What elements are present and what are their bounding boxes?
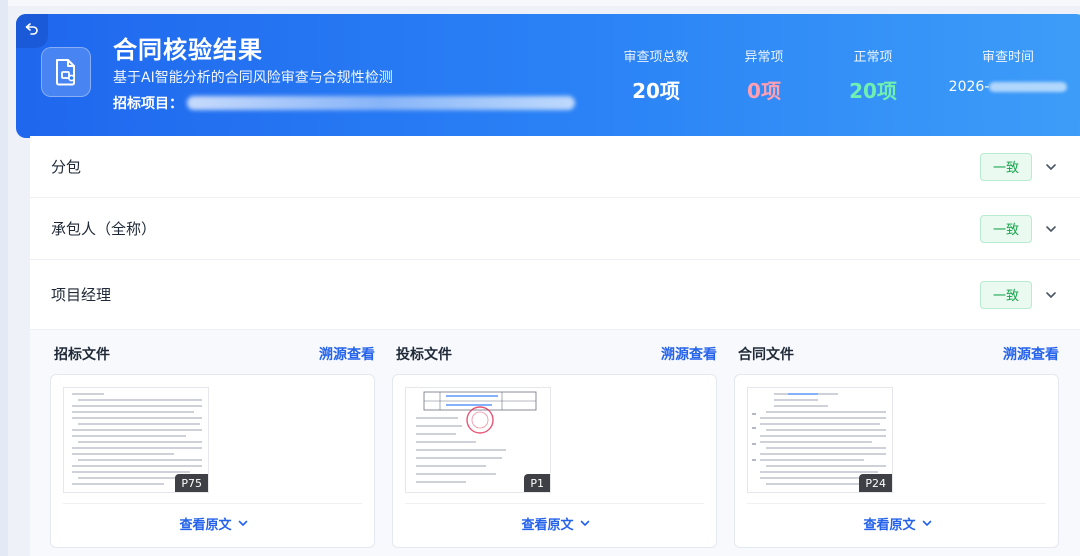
project-line: 招标项目：	[113, 93, 575, 113]
trace-link[interactable]: 溯源查看	[319, 344, 375, 364]
view-original-label: 查看原文	[179, 518, 232, 533]
page-title: 合同核验结果	[113, 36, 263, 64]
status-badge: 一致	[980, 214, 1032, 243]
stat-abnormal-value: 0项	[747, 79, 781, 103]
chevron-down-icon[interactable]	[1044, 222, 1058, 236]
back-button[interactable]	[16, 14, 48, 48]
view-original-label: 查看原文	[863, 518, 916, 533]
source-card: P1 查看原文	[392, 374, 717, 548]
row-label: 承包人（全称）	[51, 220, 157, 238]
check-row[interactable]: 承包人（全称） 一致	[30, 198, 1080, 260]
chevron-down-icon[interactable]	[1044, 288, 1058, 302]
stat-normal-label: 正常项	[853, 50, 893, 65]
row-label: 分包	[51, 158, 82, 176]
stat-time: 审查时间 2026-	[934, 46, 1080, 95]
chevron-down-icon	[574, 516, 590, 531]
chevron-down-icon	[916, 516, 932, 531]
check-row-expanded[interactable]: 项目经理 一致	[30, 260, 1080, 330]
divider	[405, 503, 704, 504]
check-row[interactable]: 分包 一致	[30, 136, 1080, 198]
source-title: 合同文件	[738, 347, 794, 363]
status-badge: 一致	[980, 152, 1032, 181]
source-title: 招标文件	[54, 347, 110, 363]
page-number-tag: P75	[175, 474, 208, 492]
redacted-time	[989, 82, 1068, 92]
view-original-label: 查看原文	[521, 518, 574, 533]
stat-time-label: 审查时间	[981, 50, 1034, 65]
view-original-button[interactable]: 查看原文	[735, 514, 1060, 533]
result-panel: 分包 一致 承包人（全称） 一致 项目经理 一致 招标文件 溯源查看 P75 查…	[30, 136, 1080, 556]
divider	[747, 503, 1046, 504]
page-number-tag: P24	[859, 474, 892, 492]
result-header: 合同核验结果 基于AI智能分析的合同风险审查与合规性检测 招标项目： 审查项总数…	[16, 14, 1080, 138]
divider	[63, 503, 362, 504]
stat-time-value: 2026-	[934, 79, 1080, 95]
row-label: 项目经理	[51, 286, 112, 304]
stat-normal: 正常项 20项	[838, 46, 908, 104]
redacted-project-name	[187, 96, 575, 110]
source-card: P75 查看原文	[50, 374, 375, 548]
chevron-down-icon	[232, 516, 248, 531]
trace-link[interactable]: 溯源查看	[661, 344, 717, 364]
page-number-tag: P1	[524, 474, 550, 492]
time-prefix: 2026-	[948, 79, 990, 95]
page-thumbnail[interactable]: P24	[747, 387, 893, 493]
stat-total-value: 20项	[632, 79, 680, 103]
source-documents: 招标文件 溯源查看 P75 查看原文 投标文件 溯源查看 P1 查看原文 合同文…	[30, 330, 1080, 556]
contract-doc-icon	[41, 47, 91, 97]
stat-normal-value: 20项	[849, 79, 897, 103]
stat-abnormal-label: 异常项	[744, 50, 784, 65]
status-badge: 一致	[980, 280, 1032, 309]
source-card: P24 查看原文	[734, 374, 1059, 548]
source-bid: 投标文件 溯源查看 P1 查看原文	[392, 330, 717, 556]
source-contract: 合同文件 溯源查看 P24 查看原文	[734, 330, 1059, 556]
source-tender: 招标文件 溯源查看 P75 查看原文	[50, 330, 375, 556]
chevron-down-icon[interactable]	[1044, 160, 1058, 174]
stat-total: 审查项总数 20项	[621, 46, 691, 104]
stat-abnormal: 异常项 0项	[728, 46, 800, 104]
source-title: 投标文件	[396, 347, 452, 363]
page-thumbnail[interactable]: P75	[63, 387, 209, 493]
back-arrow-icon	[24, 21, 40, 41]
trace-link[interactable]: 溯源查看	[1003, 344, 1059, 364]
view-original-button[interactable]: 查看原文	[51, 514, 376, 533]
left-strip	[0, 0, 8, 556]
top-strip	[0, 0, 1080, 6]
stat-total-label: 审查项总数	[623, 50, 689, 65]
page-thumbnail[interactable]: P1	[405, 387, 551, 493]
project-label: 招标项目：	[113, 96, 183, 112]
page-subtitle: 基于AI智能分析的合同风险审查与合规性检测	[113, 70, 393, 86]
view-original-button[interactable]: 查看原文	[393, 514, 718, 533]
